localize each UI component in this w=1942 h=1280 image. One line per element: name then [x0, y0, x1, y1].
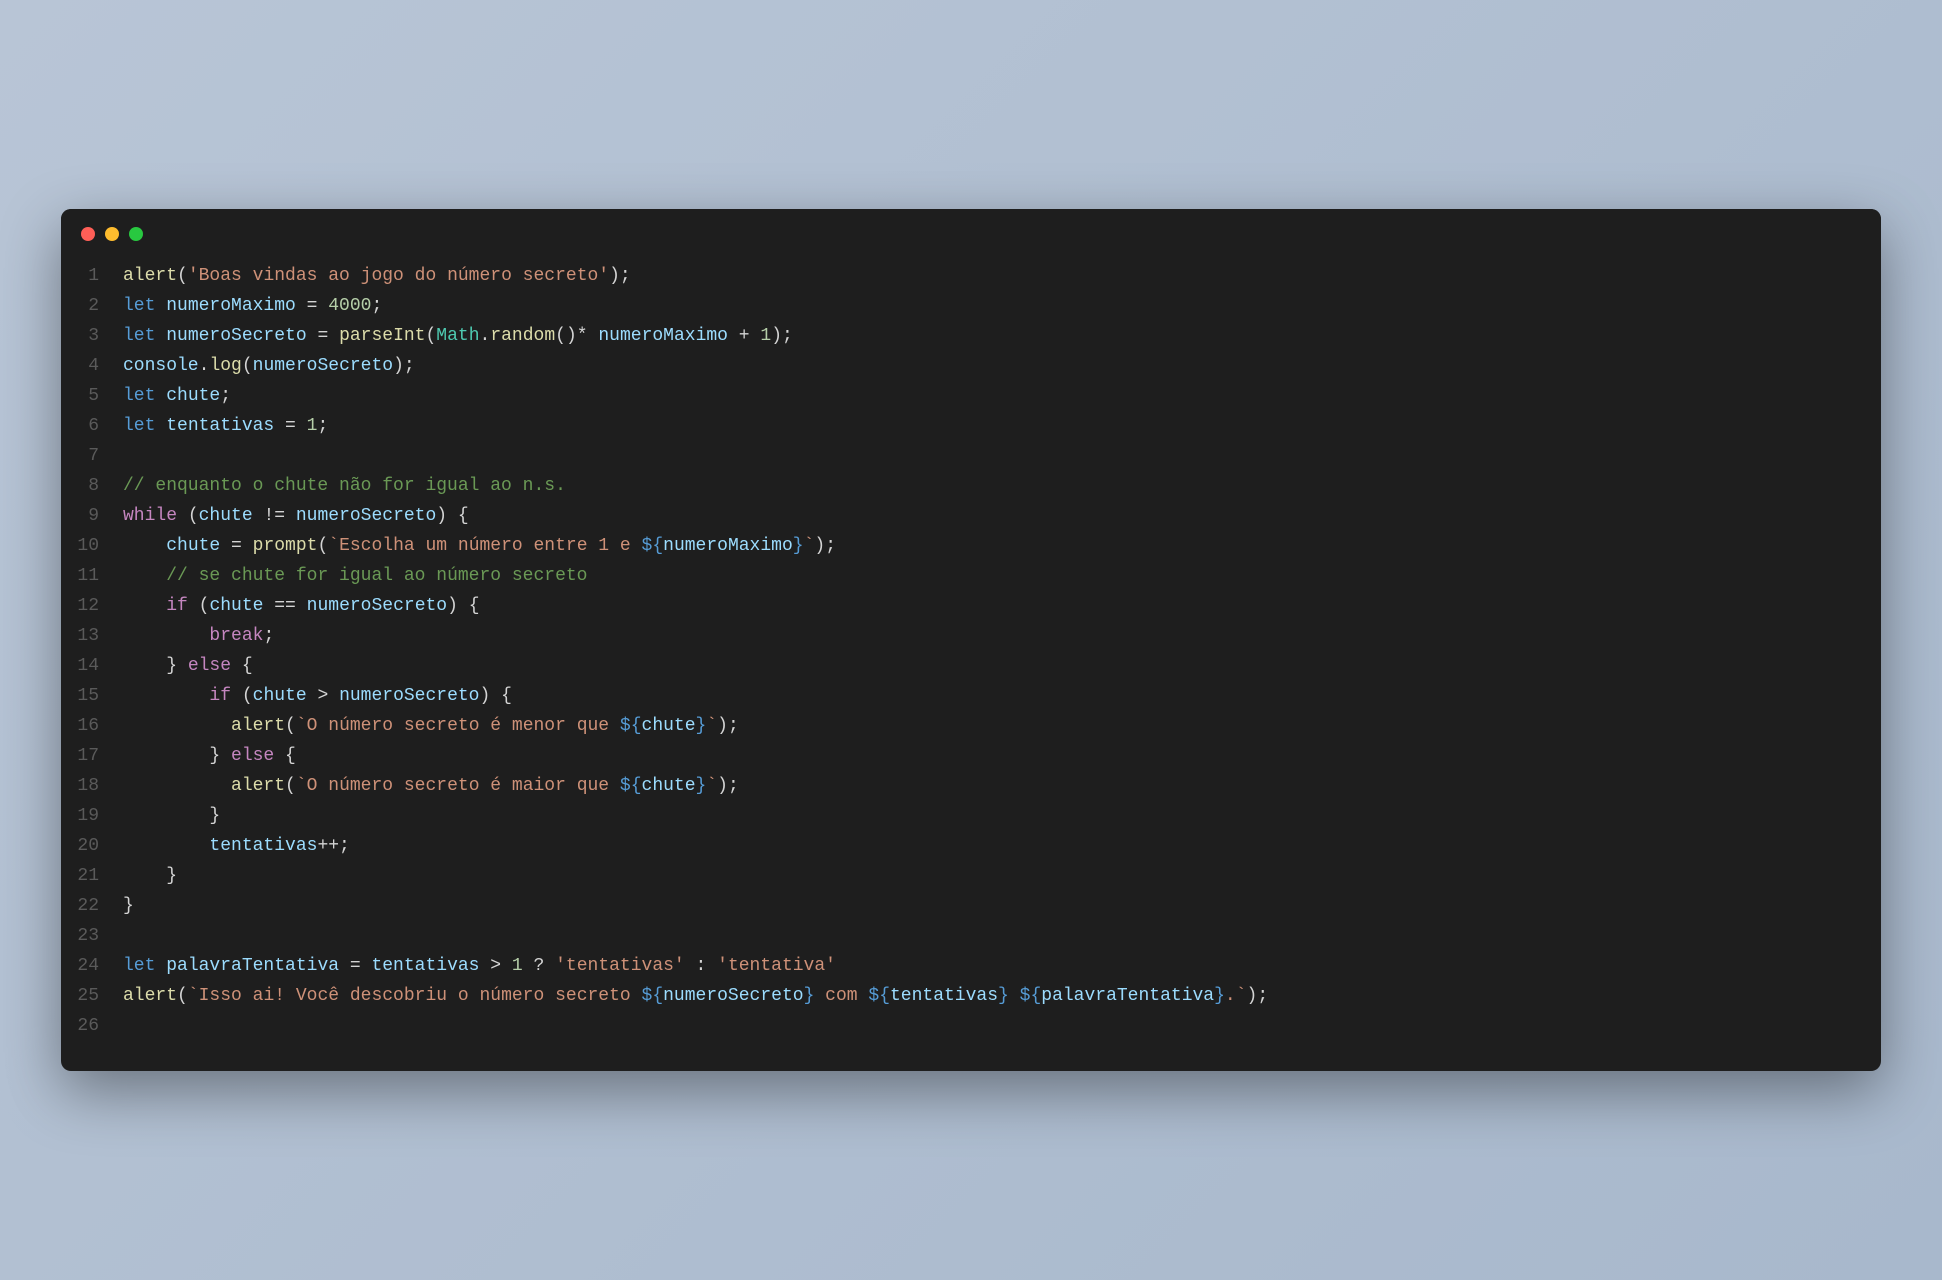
code-content: }: [123, 861, 1881, 891]
code-line: 18 alert(`O número secreto é maior que $…: [61, 771, 1881, 801]
code-content: while (chute != numeroSecreto) {: [123, 501, 1881, 531]
code-line: 2let numeroMaximo = 4000;: [61, 291, 1881, 321]
line-number: 16: [61, 711, 123, 741]
code-content: // se chute for igual ao número secreto: [123, 561, 1881, 591]
code-content: alert(`Isso ai! Você descobriu o número …: [123, 981, 1881, 1011]
code-content: console.log(numeroSecreto);: [123, 351, 1881, 381]
line-number: 10: [61, 531, 123, 561]
line-number: 4: [61, 351, 123, 381]
code-content: }: [123, 801, 1881, 831]
title-bar: [61, 209, 1881, 251]
code-content: let numeroMaximo = 4000;: [123, 291, 1881, 321]
code-line: 12 if (chute == numeroSecreto) {: [61, 591, 1881, 621]
code-content: alert(`O número secreto é maior que ${ch…: [123, 771, 1881, 801]
code-content: [123, 1011, 1881, 1041]
code-area[interactable]: 1alert('Boas vindas ao jogo do número se…: [61, 251, 1881, 1071]
line-number: 1: [61, 261, 123, 291]
minimize-icon[interactable]: [105, 227, 119, 241]
line-number: 7: [61, 441, 123, 471]
code-content: chute = prompt(`Escolha um número entre …: [123, 531, 1881, 561]
code-content: let palavraTentativa = tentativas > 1 ? …: [123, 951, 1881, 981]
code-line: 3let numeroSecreto = parseInt(Math.rando…: [61, 321, 1881, 351]
code-content: let chute;: [123, 381, 1881, 411]
code-content: let tentativas = 1;: [123, 411, 1881, 441]
code-content: } else {: [123, 741, 1881, 771]
line-number: 23: [61, 921, 123, 951]
line-number: 19: [61, 801, 123, 831]
code-line: 25alert(`Isso ai! Você descobriu o númer…: [61, 981, 1881, 1011]
line-number: 18: [61, 771, 123, 801]
code-line: 24let palavraTentativa = tentativas > 1 …: [61, 951, 1881, 981]
code-line: 9while (chute != numeroSecreto) {: [61, 501, 1881, 531]
code-content: }: [123, 891, 1881, 921]
line-number: 13: [61, 621, 123, 651]
code-content: tentativas++;: [123, 831, 1881, 861]
code-line: 16 alert(`O número secreto é menor que $…: [61, 711, 1881, 741]
line-number: 20: [61, 831, 123, 861]
line-number: 17: [61, 741, 123, 771]
code-line: 13 break;: [61, 621, 1881, 651]
code-line: 5let chute;: [61, 381, 1881, 411]
line-number: 12: [61, 591, 123, 621]
code-content: // enquanto o chute não for igual ao n.s…: [123, 471, 1881, 501]
code-line: 14 } else {: [61, 651, 1881, 681]
code-line: 7: [61, 441, 1881, 471]
code-content: } else {: [123, 651, 1881, 681]
code-line: 11 // se chute for igual ao número secre…: [61, 561, 1881, 591]
line-number: 11: [61, 561, 123, 591]
code-content: alert(`O número secreto é menor que ${ch…: [123, 711, 1881, 741]
close-icon[interactable]: [81, 227, 95, 241]
line-number: 9: [61, 501, 123, 531]
code-line: 17 } else {: [61, 741, 1881, 771]
line-number: 2: [61, 291, 123, 321]
code-content: let numeroSecreto = parseInt(Math.random…: [123, 321, 1881, 351]
line-number: 6: [61, 411, 123, 441]
line-number: 5: [61, 381, 123, 411]
code-line: 21 }: [61, 861, 1881, 891]
code-line: 15 if (chute > numeroSecreto) {: [61, 681, 1881, 711]
code-line: 23: [61, 921, 1881, 951]
code-line: 6let tentativas = 1;: [61, 411, 1881, 441]
code-line: 4console.log(numeroSecreto);: [61, 351, 1881, 381]
code-line: 10 chute = prompt(`Escolha um número ent…: [61, 531, 1881, 561]
line-number: 3: [61, 321, 123, 351]
code-editor-window: 1alert('Boas vindas ao jogo do número se…: [61, 209, 1881, 1071]
code-content: break;: [123, 621, 1881, 651]
code-line: 26: [61, 1011, 1881, 1041]
line-number: 22: [61, 891, 123, 921]
code-line: 19 }: [61, 801, 1881, 831]
code-content: if (chute == numeroSecreto) {: [123, 591, 1881, 621]
code-line: 22}: [61, 891, 1881, 921]
code-content: [123, 921, 1881, 951]
zoom-icon[interactable]: [129, 227, 143, 241]
line-number: 21: [61, 861, 123, 891]
line-number: 14: [61, 651, 123, 681]
line-number: 8: [61, 471, 123, 501]
code-line: 1alert('Boas vindas ao jogo do número se…: [61, 261, 1881, 291]
code-content: if (chute > numeroSecreto) {: [123, 681, 1881, 711]
code-content: alert('Boas vindas ao jogo do número sec…: [123, 261, 1881, 291]
code-content: [123, 441, 1881, 471]
code-line: 20 tentativas++;: [61, 831, 1881, 861]
line-number: 26: [61, 1011, 123, 1041]
code-line: 8// enquanto o chute não for igual ao n.…: [61, 471, 1881, 501]
line-number: 15: [61, 681, 123, 711]
line-number: 24: [61, 951, 123, 981]
line-number: 25: [61, 981, 123, 1011]
